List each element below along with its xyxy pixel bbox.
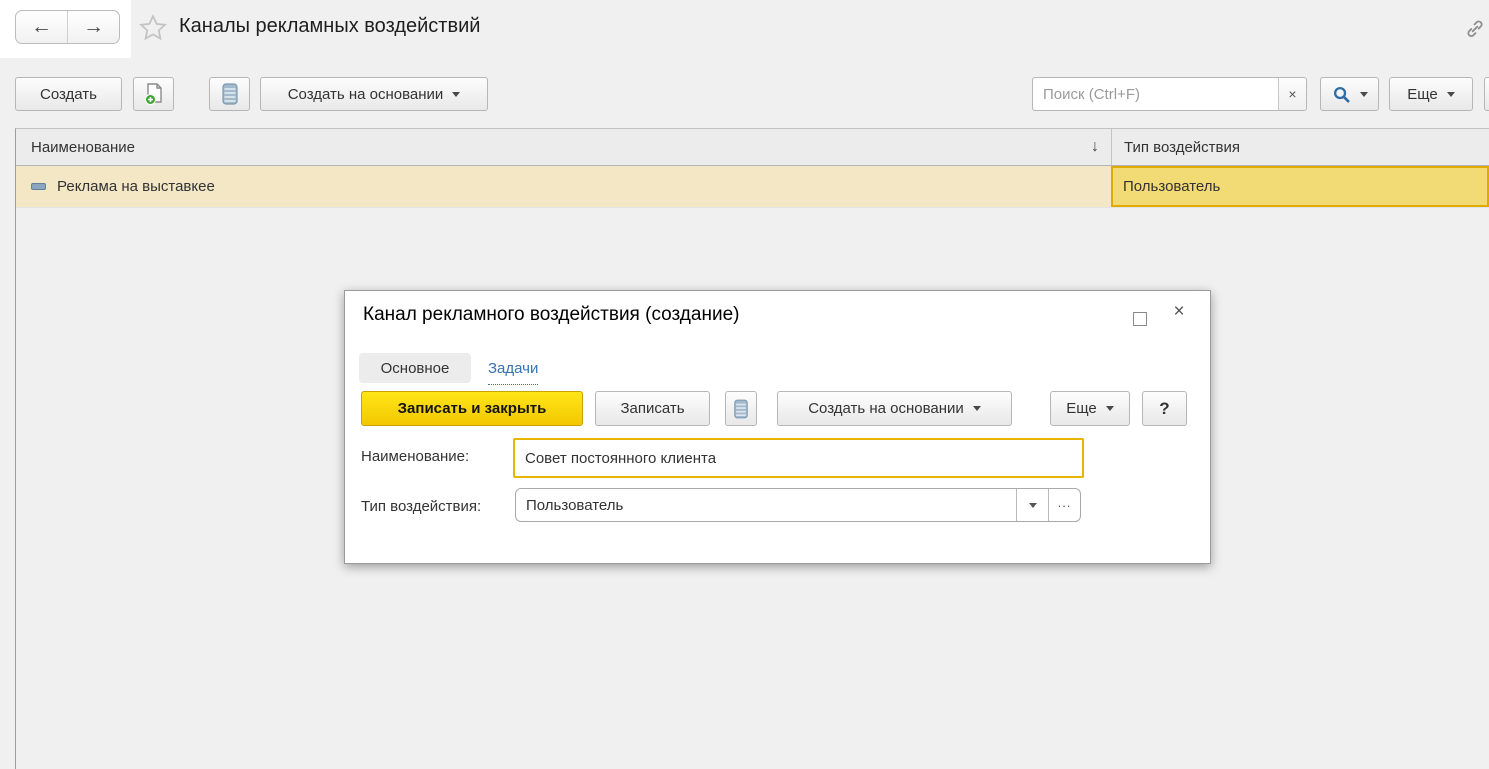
- ellipsis-icon: ...: [1058, 495, 1072, 516]
- maximize-icon[interactable]: [1133, 312, 1147, 326]
- column-type-label: Тип воздействия: [1124, 139, 1240, 156]
- cell-name-text: Реклама на выставкее: [57, 178, 215, 195]
- create-group-button[interactable]: [133, 77, 174, 111]
- clear-x-icon: ×: [1288, 86, 1296, 102]
- stacked-list-icon: [733, 398, 749, 420]
- more-button-label: Еще: [1407, 86, 1438, 103]
- favorite-star-icon[interactable]: [138, 13, 168, 43]
- create-channel-dialog: Канал рекламного воздействия (создание) …: [344, 290, 1211, 564]
- search-clear-button[interactable]: ×: [1278, 78, 1306, 110]
- type-field-label: Тип воздействия:: [361, 498, 481, 515]
- search-input[interactable]: [1033, 78, 1278, 110]
- create-based-on-button[interactable]: Создать на основании: [260, 77, 488, 111]
- column-name-label: Наименование: [31, 139, 135, 156]
- dialog-report-button[interactable]: [725, 391, 757, 426]
- save-label: Записать: [620, 400, 684, 417]
- create-based-on-label: Создать на основании: [288, 86, 444, 103]
- type-choose-button[interactable]: ...: [1048, 489, 1080, 521]
- caret-down-icon: [1106, 406, 1114, 411]
- dialog-create-based-on-label: Создать на основании: [808, 400, 964, 417]
- cell-name[interactable]: Реклама на выставкее: [16, 166, 1111, 207]
- caret-down-icon: [452, 92, 460, 97]
- dialog-more-button[interactable]: Еще: [1050, 391, 1130, 426]
- back-arrow-icon: ←: [31, 15, 52, 39]
- caret-down-icon: [1360, 92, 1368, 97]
- tab-tasks-label: Задачи: [488, 360, 538, 377]
- dialog-more-label: Еще: [1066, 400, 1097, 417]
- type-combo: ...: [515, 488, 1081, 522]
- list-settings-button[interactable]: [209, 77, 250, 111]
- table-row[interactable]: Реклама на выставкее Пользователь: [16, 166, 1489, 208]
- clipped-toolbar-button[interactable]: [1484, 77, 1489, 111]
- tab-main-label: Основное: [381, 360, 450, 377]
- tab-tasks[interactable]: Задачи: [488, 353, 538, 385]
- search-box: ×: [1032, 77, 1307, 111]
- caret-down-icon: [973, 406, 981, 411]
- type-input[interactable]: [516, 489, 1016, 521]
- table-header: Наименование ↓ Тип воздействия: [16, 129, 1489, 166]
- save-and-close-button[interactable]: Записать и закрыть: [361, 391, 583, 426]
- caret-down-icon: [1447, 92, 1455, 97]
- forward-arrow-icon: →: [83, 15, 104, 39]
- help-button[interactable]: ?: [1142, 391, 1187, 426]
- cell-type-text: Пользователь: [1123, 178, 1220, 195]
- document-plus-icon: [143, 82, 165, 106]
- dialog-title: Канал рекламного воздействия (создание): [363, 304, 739, 326]
- create-button-label: Создать: [40, 86, 97, 103]
- save-and-close-label: Записать и закрыть: [398, 400, 547, 417]
- item-dash-icon: [31, 183, 46, 190]
- forward-button[interactable]: →: [67, 11, 119, 43]
- header-band: ← → Каналы рекламных воздействий: [0, 0, 1489, 58]
- magnifier-icon: [1332, 85, 1351, 104]
- save-button[interactable]: Записать: [595, 391, 710, 426]
- cell-type-selected[interactable]: Пользователь: [1111, 166, 1489, 207]
- name-input[interactable]: [513, 438, 1084, 478]
- close-icon[interactable]: ×: [1169, 301, 1189, 323]
- search-menu-button[interactable]: [1320, 77, 1379, 111]
- sort-desc-icon: ↓: [1091, 138, 1111, 156]
- page-title: Каналы рекламных воздействий: [179, 15, 480, 38]
- type-dropdown-button[interactable]: [1016, 489, 1048, 521]
- stacked-list-icon: [221, 82, 239, 106]
- column-header-type[interactable]: Тип воздействия: [1111, 129, 1489, 165]
- column-header-name[interactable]: Наименование ↓: [16, 129, 1111, 165]
- name-field-label: Наименование:: [361, 448, 469, 465]
- history-nav: ← →: [15, 10, 120, 44]
- dialog-create-based-on-button[interactable]: Создать на основании: [777, 391, 1012, 426]
- get-link-icon[interactable]: [1464, 18, 1486, 40]
- caret-down-icon: [1029, 503, 1037, 508]
- help-label: ?: [1159, 399, 1169, 419]
- create-button[interactable]: Создать: [15, 77, 122, 111]
- app-window: ← → Каналы рекламных воздействий Создать: [0, 0, 1489, 769]
- tab-main[interactable]: Основное: [359, 353, 471, 383]
- more-button[interactable]: Еще: [1389, 77, 1473, 111]
- back-button[interactable]: ←: [16, 11, 67, 43]
